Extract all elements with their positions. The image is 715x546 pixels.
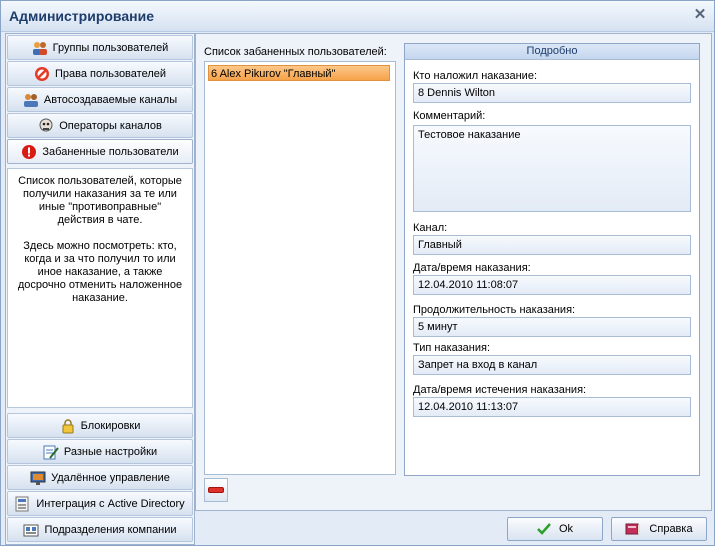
list-item[interactable]: 6 Alex Pikurov "Главный" — [208, 65, 390, 81]
duration-label: Продолжительность наказания: — [413, 304, 576, 316]
ok-label: Ok — [558, 523, 574, 535]
expires-label: Дата/время истечения наказания: — [413, 384, 587, 396]
details-header: Подробно — [405, 44, 699, 60]
remote-monitor-icon — [30, 470, 46, 486]
datetime-label: Дата/время наказания: — [413, 262, 531, 274]
nav-banned-users[interactable]: Забаненные пользователи — [7, 139, 193, 164]
comment-field[interactable]: Тестовое наказание — [413, 125, 691, 212]
channel-label: Канал: — [413, 222, 448, 234]
nav-company-divisions[interactable]: Подразделения компании — [7, 517, 193, 542]
duration-field[interactable]: 5 минут — [413, 317, 691, 337]
nav-remote-control[interactable]: Удалённое управление — [7, 465, 193, 490]
no-entry-icon — [34, 66, 50, 82]
nav-misc-settings[interactable]: Разные настройки — [7, 439, 193, 464]
admin-window: Администрирование ✕ Группы пользователей… — [0, 0, 715, 546]
nav-item-label: Подразделения компании — [44, 523, 177, 536]
channel-people-icon — [23, 92, 39, 108]
help-label: Справка — [649, 523, 693, 535]
nav-users-groups[interactable]: Группы пользователей — [7, 35, 193, 60]
nav-channel-operators[interactable]: Операторы каналов — [7, 113, 193, 138]
main-panel: Список забаненных пользователей: 6 Alex … — [195, 33, 712, 511]
remove-ban-button[interactable] — [204, 478, 228, 502]
nav-item-label: Группы пользователей — [52, 41, 169, 54]
description-text: Список пользователей, которые получили н… — [18, 175, 182, 226]
type-label: Тип наказания: — [413, 342, 491, 354]
nav-item-label: Права пользователей — [55, 67, 166, 80]
nav-item-label: Разные настройки — [63, 445, 158, 458]
minus-icon — [208, 487, 224, 493]
description-text: Здесь можно посмотреть: кто, когда и за … — [17, 240, 183, 304]
imposed-by-field[interactable]: 8 Dennis Wilton — [413, 83, 691, 103]
window-title: Администрирование — [9, 8, 154, 24]
type-field[interactable]: Запрет на вход в канал — [413, 355, 691, 375]
datetime-field[interactable]: 12.04.2010 11:08:07 — [413, 275, 691, 295]
title-bar[interactable]: Администрирование ✕ — [1, 1, 714, 32]
banned-users-list[interactable]: 6 Alex Pikurov "Главный" — [204, 61, 396, 475]
details-panel: Подробно Кто наложил наказание: 8 Dennis… — [404, 43, 700, 476]
expires-field[interactable]: 12.04.2010 11:13:07 — [413, 397, 691, 417]
lock-icon — [60, 418, 76, 434]
help-book-icon — [625, 522, 641, 536]
nav-user-rights[interactable]: Права пользователей — [7, 61, 193, 86]
nav-locks[interactable]: Блокировки — [7, 413, 193, 438]
company-icon — [23, 522, 39, 538]
nav-item-label: Блокировки — [80, 419, 141, 432]
nav-item-label: Интеграция с Active Directory — [36, 497, 185, 510]
section-description: Список пользователей, которые получили н… — [7, 168, 193, 408]
imposed-by-label: Кто наложил наказание: — [413, 70, 537, 82]
nav-item-label: Операторы каналов — [59, 119, 162, 132]
channel-field[interactable]: Главный — [413, 235, 691, 255]
nav-item-label: Удалённое управление — [51, 471, 170, 484]
nav-item-label: Забаненные пользователи — [42, 145, 179, 158]
users-group-icon — [32, 40, 48, 56]
ok-button[interactable]: Ok — [507, 517, 603, 541]
nav-active-directory[interactable]: Интеграция с Active Directory — [7, 491, 193, 516]
settings-edit-icon — [43, 444, 59, 460]
banned-list-label: Список забаненных пользователей: — [204, 46, 387, 58]
warning-icon — [21, 144, 37, 160]
operator-icon — [38, 118, 54, 134]
checkmark-icon — [537, 522, 551, 536]
comment-label: Комментарий: — [413, 110, 486, 122]
help-button[interactable]: Справка — [611, 517, 707, 541]
close-icon[interactable]: ✕ — [692, 7, 708, 23]
nav-item-label: Автосоздаваемые каналы — [43, 93, 178, 106]
directory-icon — [15, 496, 31, 512]
sidebar: Группы пользователей Права пользователей… — [5, 33, 195, 545]
nav-auto-channels[interactable]: Автосоздаваемые каналы — [7, 87, 193, 112]
